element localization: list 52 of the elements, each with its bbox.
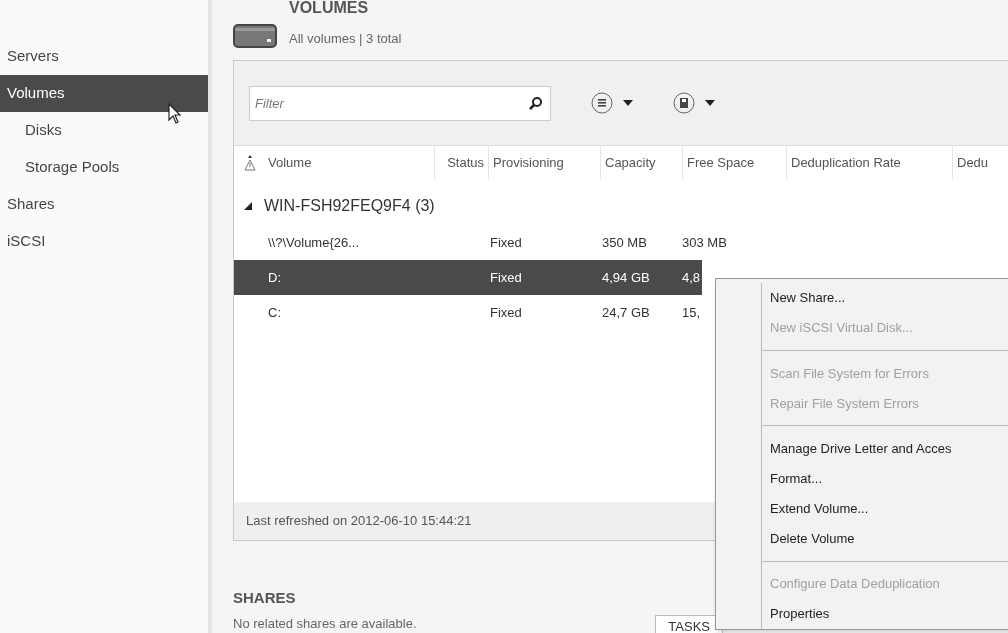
table-row[interactable]: C: Fixed 24,7 GB 15, (234, 295, 703, 331)
table-row[interactable]: \\?\Volume{26... Fixed 350 MB 303 MB (234, 225, 729, 261)
table-cell: 350 MB (602, 234, 647, 250)
search-icon (529, 95, 543, 110)
section-subtitle: All volumes | 3 total (289, 30, 402, 48)
table-cell: D: (268, 269, 281, 285)
sidebar-item[interactable]: Shares (0, 186, 208, 223)
table-row[interactable]: D: Fixed 4,94 GB 4,8 (234, 260, 703, 296)
column-header[interactable]: Capacity (600, 146, 682, 180)
columns-menu-button[interactable] (591, 92, 633, 115)
table-cell: 4,94 GB (602, 269, 650, 285)
sidebar-item[interactable]: iSCSI (0, 223, 208, 260)
sidebar-item[interactable]: Servers (0, 38, 208, 75)
section-title: VOLUMES (289, 0, 370, 17)
menu-item[interactable]: New Share... (762, 283, 1008, 314)
drive-icon (233, 24, 277, 48)
table-cell: 15, (682, 304, 701, 320)
sidebar-item[interactable]: Storage Pools (0, 149, 208, 186)
save-menu-button[interactable] (673, 92, 715, 115)
expander-icon[interactable] (244, 202, 252, 211)
list-icon (591, 92, 613, 115)
status-text: Last refreshed on 2012-06-10 15:44:21 (246, 512, 472, 531)
caret-icon (705, 100, 715, 107)
column-header[interactable]: Volume (264, 146, 434, 180)
caret-icon (623, 100, 633, 107)
menu-item[interactable]: Extend Volume... (762, 493, 1008, 524)
column-header[interactable]: Deduplication Rate (786, 146, 952, 180)
menu-item[interactable]: Properties (762, 598, 1008, 630)
table-cell: 303 MB (682, 234, 727, 250)
table-cell: 4,8 (682, 269, 701, 285)
column-header[interactable]: Dedu (952, 146, 1008, 180)
save-icon (673, 92, 695, 115)
group-header: WIN-FSH92FEQ9F4 (3) (264, 196, 435, 217)
column-header[interactable]: Status (434, 146, 488, 180)
empty-message: No related shares are available. (233, 614, 417, 633)
filter-field[interactable]: Filter (249, 85, 551, 121)
table-cell: Fixed (490, 304, 522, 320)
section-title: SHARES (233, 588, 297, 608)
mouse-pointer-icon (168, 103, 182, 125)
warning-sort-icon (244, 154, 256, 171)
table-cell: 24,7 GB (602, 304, 650, 320)
column-header[interactable]: Free Space (682, 146, 786, 180)
table-cell: Fixed (490, 234, 522, 250)
menu-item[interactable]: Manage Drive Letter and Acces (762, 433, 1008, 464)
table-cell: \\?\Volume{26... (268, 234, 360, 250)
menu-item[interactable]: Format... (762, 463, 1008, 494)
sidebar-item[interactable]: Disks (0, 112, 208, 149)
column-header[interactable]: Provisioning (488, 146, 600, 180)
table-cell: Fixed (490, 269, 522, 285)
table-cell: C: (268, 304, 281, 320)
menu-item[interactable]: Delete Volume (762, 523, 1008, 554)
sidebar-item[interactable]: Volumes (0, 75, 208, 112)
